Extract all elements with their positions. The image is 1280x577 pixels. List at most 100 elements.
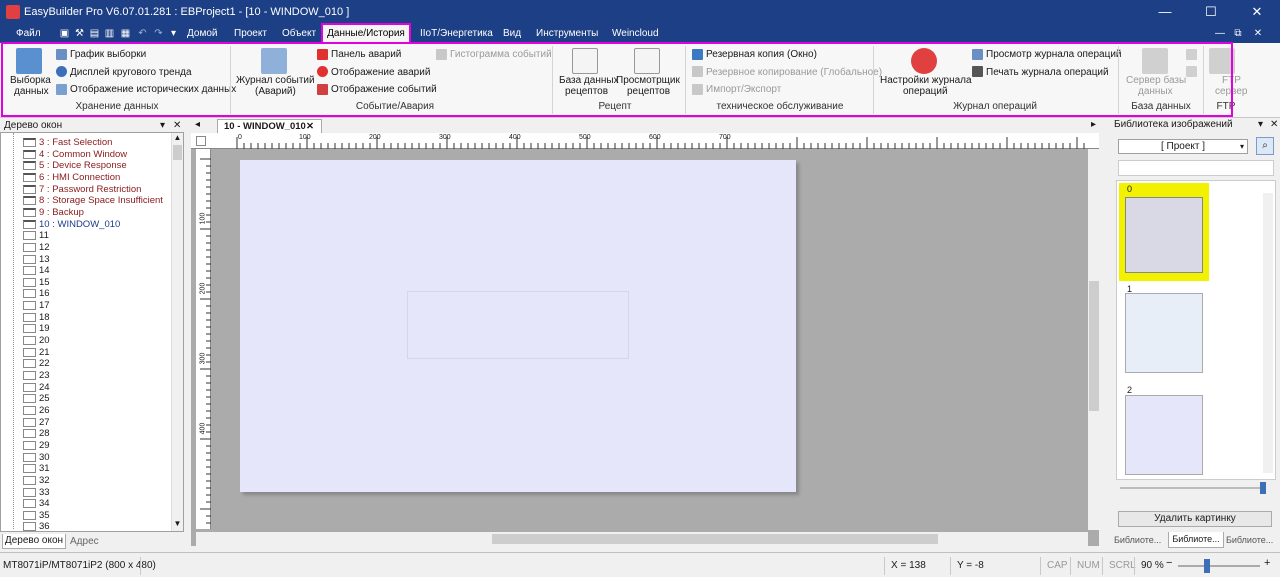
tree-item[interactable]: 25 [1, 393, 169, 404]
customize-icon[interactable]: ▾ [168, 28, 179, 39]
minimize-button[interactable]: — [1142, 0, 1188, 25]
library-tab-3[interactable]: Библиоте... [1226, 535, 1278, 545]
tree-item[interactable]: 23 [1, 370, 169, 381]
keypad-thumbnail[interactable] [1125, 293, 1203, 373]
tree-item[interactable]: 13 [1, 254, 169, 265]
zoom-out-icon[interactable]: − [1166, 557, 1172, 569]
tree-item[interactable]: 29 [1, 440, 169, 451]
tree-item[interactable]: 20 [1, 335, 169, 346]
pin-icon[interactable]: ▾ [1258, 118, 1263, 131]
tree-item[interactable]: 26 [1, 405, 169, 416]
menu-iiot[interactable]: IIoT/Энергетика [420, 27, 493, 42]
offline-sim-icon[interactable]: ▥ [104, 28, 115, 39]
tree-item[interactable]: 24 [1, 382, 169, 393]
tree-item-label: 31 [39, 463, 50, 475]
library-filter-input[interactable] [1118, 160, 1274, 176]
close-button[interactable]: ✕ [1234, 0, 1280, 25]
tree-item[interactable]: 34 [1, 498, 169, 509]
menu-view[interactable]: Вид [503, 27, 521, 42]
close-icon[interactable]: ✕ [1270, 118, 1278, 131]
menu-object[interactable]: Объект [282, 27, 316, 42]
delete-image-button[interactable]: Удалить картинку [1118, 511, 1272, 527]
tree-item[interactable]: 36 [1, 521, 169, 532]
undo-icon[interactable]: ↶ [137, 28, 148, 39]
tree-item[interactable]: 11 [1, 230, 169, 241]
canvas-vscroll[interactable] [1088, 149, 1100, 530]
close-icon[interactable]: ✕ [173, 119, 181, 132]
tree-item[interactable]: 21 [1, 347, 169, 358]
menu-home[interactable]: Домой [187, 27, 217, 42]
tab-scroll-right-icon[interactable]: ▸ [1091, 119, 1096, 130]
tree-item[interactable]: 17 [1, 300, 169, 311]
tab-window-tree[interactable]: Дерево окон [2, 534, 66, 549]
tree-item[interactable]: 19 [1, 323, 169, 334]
tree-item[interactable]: 30 [1, 452, 169, 463]
tree-item[interactable]: 6 : HMI Connection [1, 172, 169, 183]
tree-item[interactable]: 15 [1, 277, 169, 288]
window-icon [23, 464, 36, 474]
library-search-button[interactable]: ⌕ [1256, 137, 1274, 155]
mdi-minimize-button[interactable]: — [1213, 27, 1227, 41]
scroll-up-icon[interactable]: ▲ [172, 133, 183, 143]
tree-item[interactable]: 22 [1, 358, 169, 369]
tab-address[interactable]: Адрес [70, 536, 99, 547]
tree-item[interactable]: 12 [1, 242, 169, 253]
tree-item[interactable]: 9 : Backup [1, 207, 169, 218]
zoom-in-icon[interactable]: + [1264, 557, 1270, 569]
placeholder-object[interactable] [407, 291, 629, 359]
library-thumb-selected[interactable]: 0 [1119, 183, 1209, 281]
ruler-tick-label: 700 [719, 134, 731, 141]
zoom-slider[interactable] [1178, 565, 1260, 567]
tree-item[interactable]: 35 [1, 510, 169, 521]
tree-item[interactable]: 10 : WINDOW_010 [1, 219, 169, 230]
tab-scroll-left-icon[interactable]: ◂ [195, 119, 200, 130]
tree-item-label: 8 : Storage Space Insufficient [39, 195, 163, 207]
mdi-restore-button[interactable]: ⧉ [1231, 27, 1245, 41]
redo-icon[interactable]: ↷ [153, 28, 164, 39]
pin-icon[interactable]: ▾ [160, 119, 165, 132]
tree-item[interactable]: 28 [1, 428, 169, 439]
editor-tab[interactable]: 10 - WINDOW_010 ✕ [217, 119, 322, 133]
zoom-slider-handle[interactable] [1204, 559, 1210, 573]
tree-item[interactable]: 4 : Common Window [1, 149, 169, 160]
maximize-button[interactable]: ☐ [1188, 0, 1234, 25]
tree-item[interactable]: 5 : Device Response [1, 160, 169, 171]
save-icon[interactable]: ▣ [59, 28, 70, 39]
tree-item[interactable]: 8 : Storage Space Insufficient [1, 195, 169, 206]
tree-item[interactable]: 33 [1, 487, 169, 498]
canvas-hscroll-thumb[interactable] [492, 534, 938, 544]
tree-item[interactable]: 14 [1, 265, 169, 276]
tree-connector-line [13, 133, 14, 529]
library-scrollbar[interactable] [1263, 193, 1273, 473]
menu-tools[interactable]: Инструменты [536, 27, 598, 42]
thumb-size-slider[interactable] [1120, 487, 1264, 489]
tree-item[interactable]: 3 : Fast Selection [1, 137, 169, 148]
tools-icon[interactable]: ⚒ [74, 28, 85, 39]
compile-icon[interactable]: ▤ [89, 28, 100, 39]
menu-data-history-tab[interactable]: Данные/История [321, 23, 411, 44]
blank-thumbnail[interactable] [1125, 395, 1203, 475]
library-tab-1[interactable]: Библиоте... [1114, 535, 1166, 545]
window-sheet[interactable] [240, 160, 796, 492]
menu-project[interactable]: Проект [234, 27, 267, 42]
tree-item[interactable]: 32 [1, 475, 169, 486]
library-tab-2[interactable]: Библиоте... [1168, 532, 1224, 548]
thumb-index: 2 [1127, 385, 1133, 395]
scroll-thumb[interactable] [173, 145, 182, 160]
tree-item[interactable]: 18 [1, 312, 169, 323]
thumb-size-slider-handle[interactable] [1260, 482, 1266, 494]
online-sim-icon[interactable]: ▦ [120, 28, 131, 39]
scroll-down-icon[interactable]: ▼ [172, 519, 183, 529]
menu-file[interactable]: Файл [16, 27, 41, 42]
tree-scrollbar[interactable]: ▲ ▼ [171, 133, 183, 531]
tree-item[interactable]: 27 [1, 417, 169, 428]
menu-weincloud[interactable]: Weincloud [612, 27, 659, 42]
tab-close-icon[interactable]: ✕ [306, 120, 314, 133]
tree-item[interactable]: 7 : Password Restriction [1, 184, 169, 195]
canvas-vscroll-thumb[interactable] [1089, 281, 1099, 411]
canvas-hscroll[interactable] [196, 532, 1088, 546]
tree-item[interactable]: 16 [1, 288, 169, 299]
library-source-dropdown[interactable]: [ Проект ] ▾ [1118, 139, 1248, 154]
mdi-close-button[interactable]: ✕ [1251, 27, 1265, 41]
tree-item[interactable]: 31 [1, 463, 169, 474]
